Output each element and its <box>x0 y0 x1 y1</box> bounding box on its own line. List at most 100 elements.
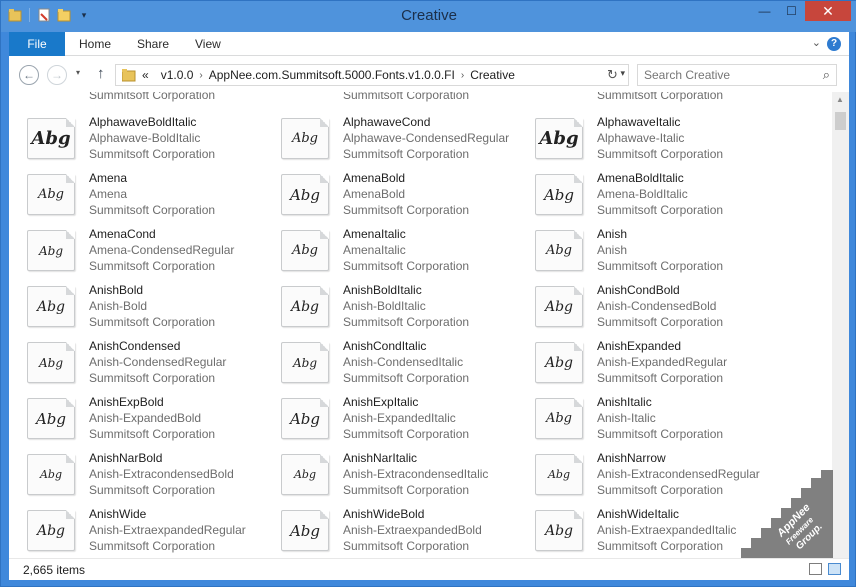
item-subtitle: Anish-ExtraexpandedRegular <box>89 523 246 537</box>
font-preview: Abg <box>37 187 65 202</box>
item-text: AnishNarItalic Anish-ExtracondensedItalic… <box>343 450 488 498</box>
list-item[interactable]: Abg AmenaBoldItalic Amena-BoldItalic Summit… <box>527 166 781 222</box>
address-bar[interactable]: « v1.0.0 › AppNee.com.Summitsoft.5000.Fo… <box>115 64 629 86</box>
item-subtitle: AmenaItalic <box>343 243 406 257</box>
tab-share[interactable]: Share <box>137 32 169 56</box>
vertical-scrollbar[interactable]: ▲ <box>832 92 849 558</box>
help-icon[interactable]: ? <box>827 37 841 51</box>
list-item-partial[interactable]: Summitsoft Corporation <box>343 92 469 103</box>
minimize-button[interactable]: — <box>751 1 778 21</box>
list-item[interactable]: Abg AmenaBold AmenaBold Summitsoft Corporat… <box>273 166 527 222</box>
font-preview: Abg <box>544 522 574 539</box>
back-button[interactable]: ← <box>19 65 39 85</box>
search-icon[interactable]: ⌕ <box>823 65 830 85</box>
item-vendor: Summitsoft Corporation <box>597 315 724 329</box>
item-subtitle: Anish-ExtracondensedBold <box>89 467 234 481</box>
item-subtitle: Anish-ExpandedItalic <box>343 411 456 425</box>
maximize-button[interactable]: ☐ <box>778 1 805 21</box>
tab-file[interactable]: File <box>9 32 65 56</box>
scrollbar-thumb[interactable] <box>835 112 846 130</box>
font-preview: Abg <box>39 468 63 481</box>
list-item[interactable]: Abg AnishBoldItalic Anish-BoldItalic Summit… <box>273 278 527 334</box>
item-count: 2,665 items <box>23 563 86 577</box>
item-subtitle: Anish-CondensedItalic <box>343 355 464 369</box>
font-file-icon: Abg <box>281 510 329 551</box>
tab-home[interactable]: Home <box>79 32 111 56</box>
list-item[interactable]: Abg AnishCondensed Anish-CondensedRegular S… <box>19 334 273 390</box>
item-text: Amena Amena Summitsoft Corporation <box>89 170 215 218</box>
address-dropdown-icon[interactable]: ▾ <box>620 68 625 79</box>
item-text: AnishNarrow Anish-ExtracondensedRegular Su… <box>597 450 760 498</box>
font-preview: Abg <box>539 128 579 149</box>
font-file-icon: Abg <box>535 286 583 327</box>
font-file-icon: Abg <box>535 454 583 495</box>
tab-view[interactable]: View <box>195 32 221 56</box>
list-item[interactable]: Abg AnishCondBold Anish-CondensedBold Summi… <box>527 278 781 334</box>
font-file-icon: Abg <box>27 286 75 327</box>
breadcrumb[interactable]: AppNee.com.Summitsoft.5000.Fonts.v1.0.0.… <box>209 68 455 82</box>
list-item[interactable]: Abg AmenaCond Amena-CondensedRegular Summit… <box>19 222 273 278</box>
item-vendor: Summitsoft Corporation <box>343 259 470 273</box>
list-item[interactable]: Abg AlphawaveItalic Alphawave-Italic Summit… <box>527 110 781 166</box>
item-vendor: Summitsoft Corporation <box>343 92 470 102</box>
list-item[interactable]: Abg AnishExpItalic Anish-ExpandedItalic Sum… <box>273 390 527 446</box>
forward-button[interactable]: → <box>47 65 67 85</box>
list-item[interactable]: Abg AnishItalic Anish-Italic Summitsoft Cor… <box>527 390 781 446</box>
ribbon-expand-icon[interactable]: ⌄ <box>812 36 821 49</box>
close-button[interactable]: ✕ <box>805 1 851 21</box>
list-item[interactable]: Abg AlphawaveBoldItalic Alphawave-BoldItal… <box>19 110 273 166</box>
list-item[interactable]: Abg AnishBold Anish-Bold Summitsoft Corpora… <box>19 278 273 334</box>
list-item-partial[interactable]: Summitsoft Corporation <box>89 92 215 103</box>
large-icons-view-icon[interactable] <box>828 563 841 575</box>
font-preview: Abg <box>31 128 71 149</box>
breadcrumb[interactable]: Creative <box>470 68 515 82</box>
breadcrumb-overflow[interactable]: « <box>142 68 149 82</box>
list-item-partial[interactable]: Summitsoft Corporation <box>597 92 723 103</box>
item-name: AmenaCond <box>89 227 156 241</box>
list-item[interactable]: Abg Amena Amena Summitsoft Corporation <box>19 166 273 222</box>
font-file-icon: Abg <box>27 342 75 383</box>
item-text: AmenaCond Amena-CondensedRegular Summitsof… <box>89 226 234 274</box>
breadcrumb-separator-icon[interactable]: › <box>199 70 202 81</box>
item-vendor: Summitsoft Corporation <box>597 259 724 273</box>
list-item[interactable]: Abg AnishExpanded Anish-ExpandedRegular Sum… <box>527 334 781 390</box>
list-item[interactable]: Abg AnishExpBold Anish-ExpandedBold Summits… <box>19 390 273 446</box>
font-file-icon: Abg <box>535 510 583 551</box>
recent-locations-icon[interactable]: ▾ <box>76 68 80 77</box>
list-item[interactable]: Abg Anish Anish Summitsoft Corporation <box>527 222 781 278</box>
item-text: AnishExpBold Anish-ExpandedBold Summitsoft… <box>89 394 215 442</box>
list-item[interactable]: Abg AnishNarItalic Anish-ExtracondensedIta… <box>273 446 527 502</box>
list-item[interactable]: Abg AnishWide Anish-ExtraexpandedRegular Su… <box>19 502 273 558</box>
explorer-window: ▾ Creative — ☐ ✕ File Home Share View ⌄ … <box>0 0 856 587</box>
refresh-icon[interactable]: ↻ <box>607 67 618 83</box>
item-name: AnishExpanded <box>597 339 682 353</box>
list-item[interactable]: Abg AmenaItalic AmenaItalic Summitsoft Corp… <box>273 222 527 278</box>
font-preview: Abg <box>36 298 66 315</box>
appnee-watermark: AppNee Freeware Group. <box>741 470 833 558</box>
scroll-up-icon[interactable]: ▲ <box>836 95 844 104</box>
font-file-icon: Abg <box>281 342 329 383</box>
list-item[interactable]: Abg AnishCondItalic Anish-CondensedItalic S… <box>273 334 527 390</box>
font-file-icon: Abg <box>535 398 583 439</box>
item-vendor: Summitsoft Corporation <box>89 147 216 161</box>
item-text: AnishBoldItalic Anish-BoldItalic Summitsof… <box>343 282 469 330</box>
list-item[interactable]: Abg AnishWideBold Anish-ExtraexpandedBold S… <box>273 502 527 558</box>
font-preview: Abg <box>291 131 319 146</box>
file-list: Summitsoft Corporation Summitsoft Corpora… <box>9 92 849 558</box>
up-button[interactable]: ↑ <box>97 65 105 82</box>
item-text: AnishWideBold Anish-ExtraexpandedBold Summ… <box>343 506 482 554</box>
item-vendor: Summitsoft Corporation <box>597 539 724 553</box>
breadcrumb-separator-icon[interactable]: › <box>461 70 464 81</box>
item-text: AmenaBoldItalic Amena-BoldItalic Summitsof… <box>597 170 723 218</box>
item-text: AnishExpanded Anish-ExpandedRegular Summit… <box>597 338 727 386</box>
list-item[interactable]: Abg AlphawaveCond Alphawave-CondensedRegul… <box>273 110 527 166</box>
item-subtitle: Alphawave-CondensedRegular <box>343 131 510 145</box>
item-vendor: Summitsoft Corporation <box>597 371 724 385</box>
search-input[interactable]: Search Creative ⌕ <box>637 64 837 86</box>
font-file-icon: Abg <box>27 398 75 439</box>
breadcrumb[interactable]: v1.0.0 <box>161 68 194 82</box>
list-item[interactable]: Abg AnishNarBold Anish-ExtracondensedBold S… <box>19 446 273 502</box>
details-view-icon[interactable] <box>809 563 822 575</box>
font-preview: Abg <box>292 355 318 370</box>
item-vendor: Summitsoft Corporation <box>597 427 724 441</box>
